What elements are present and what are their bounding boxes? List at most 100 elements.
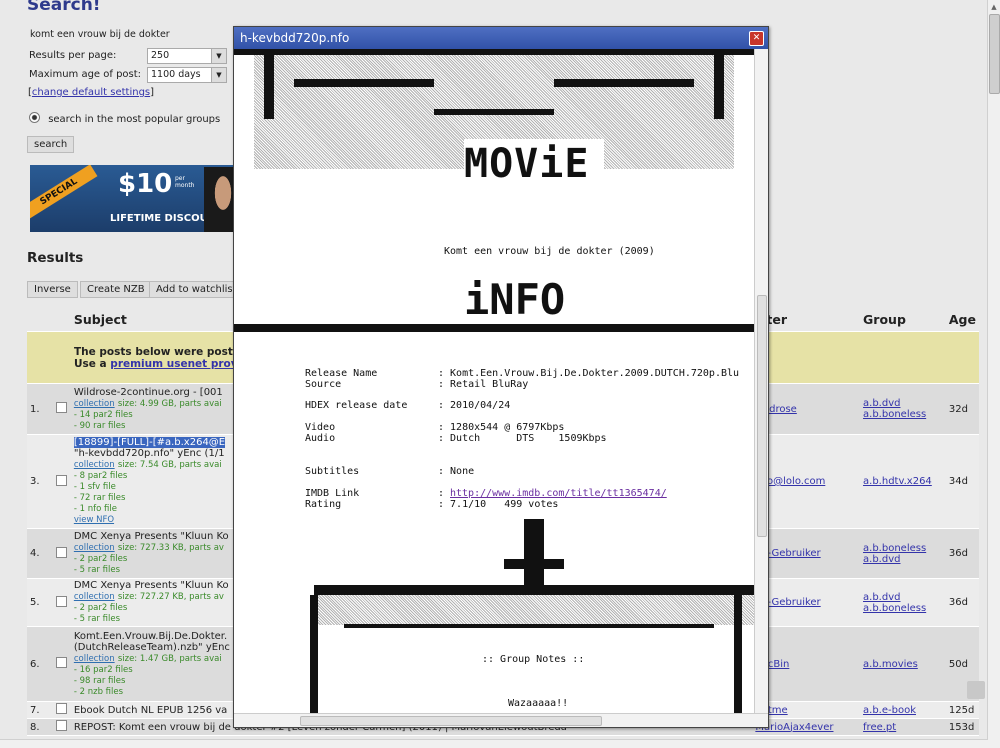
scroll-to-top-button[interactable] <box>967 681 985 699</box>
collection-link[interactable]: collection <box>74 543 115 553</box>
close-icon[interactable]: ✕ <box>749 31 764 46</box>
row-checkbox[interactable] <box>52 718 71 736</box>
scrollbar-thumb[interactable] <box>300 716 602 726</box>
row-number: 1. <box>27 383 53 435</box>
bracket-close: ] <box>150 87 155 98</box>
imdb-link[interactable]: http://www.imdb.com/title/tt1365474/ <box>450 488 667 499</box>
scroll-up-icon[interactable]: ▲ <box>989 2 999 12</box>
search-input[interactable]: komt een vrouw bij de dokter <box>27 27 232 44</box>
group-link[interactable]: a.b.dvd <box>863 398 943 409</box>
chevron-down-icon: ▼ <box>211 68 226 82</box>
ascii-art-band <box>234 49 754 55</box>
size-text: size: 7.54 GB, parts avai <box>117 460 222 470</box>
header-age[interactable]: Age <box>945 307 979 332</box>
nfo-film-title: Komt een vrouw bij de dokter (2009) <box>444 246 655 257</box>
group-link[interactable]: a.b.boneless <box>863 409 943 420</box>
nfo-window: h-kevbdd720p.nfo ✕ MOViE Komt een vrouw … <box>233 26 769 728</box>
video-label: Video <box>305 422 336 433</box>
group-notes-text: Wazaaaaa!! <box>508 698 569 709</box>
results-per-page-select[interactable]: 250 ▼ <box>147 48 227 64</box>
chevron-down-icon: ▼ <box>211 49 226 63</box>
change-defaults: [change default settings] <box>28 87 154 98</box>
radio-icon[interactable] <box>29 112 40 123</box>
ascii-art-line <box>524 519 544 589</box>
collection-link[interactable]: collection <box>74 592 115 602</box>
scrollbar-thumb[interactable] <box>757 295 767 537</box>
collection-link[interactable]: collection <box>74 654 115 664</box>
scrollbar-thumb[interactable] <box>989 14 1000 94</box>
banner-special: SPECIAL <box>30 165 98 220</box>
banner-price: $10 <box>118 169 173 199</box>
popular-groups-label: search in the most popular groups <box>48 114 221 125</box>
change-default-settings-link[interactable]: change default settings <box>32 87 150 98</box>
nfo-vertical-scrollbar[interactable] <box>754 49 768 713</box>
banner-model-image <box>204 167 234 232</box>
size-text: size: 1.47 GB, parts avai <box>117 653 222 664</box>
row-checkbox[interactable] <box>52 528 71 579</box>
ascii-art-line <box>344 624 714 628</box>
row-checkbox[interactable] <box>52 626 71 702</box>
size-text: size: 727.33 KB, parts av <box>117 543 224 553</box>
ascii-art-line <box>434 109 554 115</box>
group-link[interactable]: a.b.dvd <box>863 592 943 603</box>
notice-prefix: Use a <box>74 357 111 370</box>
group-link[interactable]: a.b.dvd <box>863 554 943 565</box>
collection-link[interactable]: collection <box>74 460 115 470</box>
group-link[interactable]: a.b.boneless <box>863 543 943 554</box>
popular-groups-option[interactable]: search in the most popular groups <box>29 112 220 125</box>
size-text: size: 727.27 KB, parts av <box>117 592 224 602</box>
group-link[interactable]: a.b.movies <box>863 659 943 670</box>
ascii-art-line <box>264 49 274 119</box>
age-cell: 125d <box>945 701 979 719</box>
rating-label: Rating <box>305 499 342 510</box>
row-number: 5. <box>27 578 53 627</box>
row-checkbox[interactable] <box>52 383 71 435</box>
ascii-art-band <box>314 585 754 595</box>
source-label: Source <box>305 379 342 390</box>
search-button[interactable]: search <box>27 136 75 153</box>
hdex-value: : 2010/04/24 <box>438 400 511 411</box>
add-to-watchlist-button[interactable]: Add to watchlist <box>149 281 244 298</box>
row-checkbox[interactable] <box>52 578 71 627</box>
group-link[interactable]: free.pt <box>863 722 943 733</box>
results-per-page-label: Results per page: <box>29 50 117 61</box>
max-age-value: 1100 days <box>151 69 201 80</box>
max-age-select[interactable]: 1100 days ▼ <box>147 67 227 83</box>
page-horizontal-scrollbar[interactable] <box>0 739 988 748</box>
group-notes-title: :: Group Notes :: <box>482 654 585 665</box>
row-number: 4. <box>27 528 53 579</box>
results-per-page-value: 250 <box>151 50 170 61</box>
subject-selected-text[interactable]: [18899]-[FULL]-[#a.b.x264@E <box>73 437 226 448</box>
imdb-colon: : <box>438 488 445 499</box>
group-link[interactable]: a.b.boneless <box>863 603 943 614</box>
subtitles-value: : None <box>438 466 475 477</box>
row-number: 7. <box>27 701 53 719</box>
create-nzb-button[interactable]: Create NZB <box>80 281 152 298</box>
nfo-window-title[interactable]: h-kevbdd720p.nfo <box>234 27 768 49</box>
hdex-label: HDEX release date <box>305 400 408 411</box>
nfo-horizontal-scrollbar[interactable] <box>234 713 768 727</box>
row-checkbox[interactable] <box>52 434 71 529</box>
ascii-art-line <box>714 49 724 119</box>
row-number: 8. <box>27 718 53 736</box>
collection-link[interactable]: collection <box>74 399 115 409</box>
premium-provider-link[interactable]: premium usenet prov <box>110 358 237 370</box>
video-value: : 1280x544 @ 6797Kbps <box>438 422 565 433</box>
inverse-button[interactable]: Inverse <box>27 281 78 298</box>
release-name-value: : Komt.Een.Vrouw.Bij.De.Dokter.2009.DUTC… <box>438 368 740 379</box>
header-group[interactable]: Group <box>860 307 946 332</box>
age-cell: 32d <box>945 383 979 435</box>
age-cell: 36d <box>945 528 979 579</box>
banner-per: per month <box>175 175 195 189</box>
age-cell: 36d <box>945 578 979 627</box>
ascii-art-line <box>504 559 564 569</box>
group-link[interactable]: a.b.hdtv.x264 <box>863 476 943 487</box>
page-vertical-scrollbar[interactable]: ▲ <box>987 0 1000 748</box>
movie-banner-text: MOViE <box>464 139 604 189</box>
age-cell: 153d <box>945 718 979 736</box>
row-checkbox[interactable] <box>52 701 71 719</box>
row-number: 3. <box>27 434 53 529</box>
promo-banner[interactable]: SPECIAL $10 per month LIFETIME DISCOUNT <box>30 165 234 232</box>
info-banner-text: iNFO <box>464 275 566 324</box>
group-link[interactable]: a.b.e-book <box>863 705 943 716</box>
